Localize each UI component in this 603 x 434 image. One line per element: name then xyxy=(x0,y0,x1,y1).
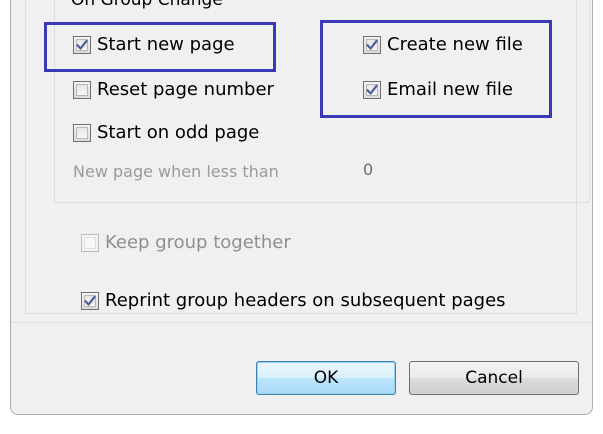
start-on-odd-page-box-icon xyxy=(73,124,91,142)
keep-group-together-box-icon xyxy=(81,234,99,252)
start-on-odd-page-label: Start on odd page xyxy=(97,122,260,143)
cancel-button[interactable]: Cancel xyxy=(409,361,579,395)
reprint-group-headers-checkmark-icon xyxy=(81,292,99,310)
reprint-group-headers-checkbox[interactable]: Reprint group headers on subsequent page… xyxy=(81,290,506,312)
ok-button[interactable]: OK xyxy=(256,361,396,395)
keep-group-together-label: Keep group together xyxy=(105,232,291,253)
reset-page-number-label: Reset page number xyxy=(97,79,274,100)
highlight-box-start-new-page xyxy=(44,22,276,72)
keep-group-together-checkbox[interactable]: Keep group together xyxy=(81,232,291,254)
highlight-box-file-options xyxy=(320,20,552,118)
dialog-window: On Group Change Start new page Reset pag… xyxy=(0,0,603,434)
reprint-group-headers-label: Reprint group headers on subsequent page… xyxy=(105,290,506,311)
reset-page-number-box-icon xyxy=(73,81,91,99)
groupbox-title: On Group Change xyxy=(68,0,226,10)
footer-divider xyxy=(11,322,592,323)
new-page-when-less-than-label: New page when less than xyxy=(73,162,279,181)
new-page-when-less-than-value[interactable]: 0 xyxy=(363,160,373,179)
reset-page-number-checkbox[interactable]: Reset page number xyxy=(73,79,274,101)
start-on-odd-page-checkbox[interactable]: Start on odd page xyxy=(73,122,259,144)
